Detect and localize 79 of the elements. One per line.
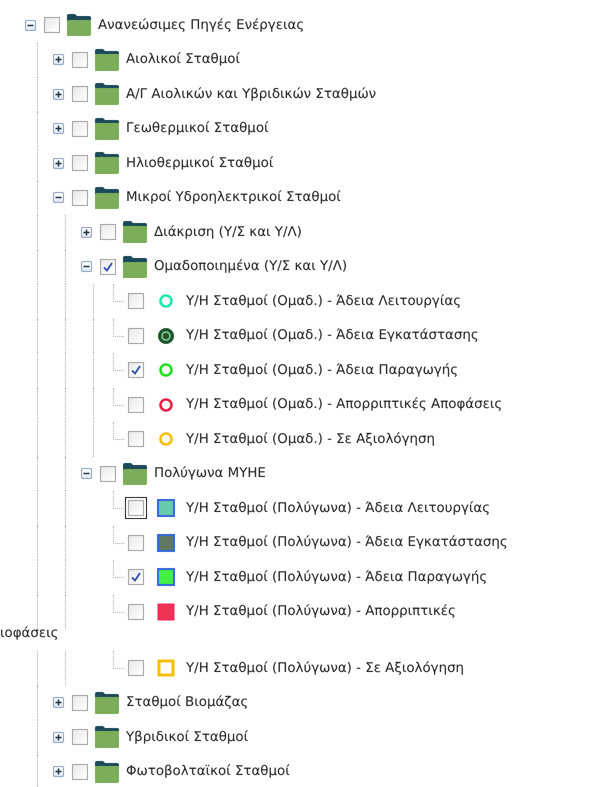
folder-icon — [94, 82, 120, 106]
tree-item-label[interactable]: Αιολικοί Σταθμοί — [126, 53, 240, 66]
checkbox[interactable] — [128, 396, 144, 413]
expand-button[interactable] — [52, 123, 64, 134]
checkbox[interactable] — [44, 17, 60, 34]
tree-item-label[interactable]: Φωτοβολταϊκοί Σταθμοί — [126, 765, 290, 778]
layer-label[interactable]: Υ/Η Σταθμοί (Ομαδ.) - Απορριπτικές Αποφάσεις — [186, 398, 502, 412]
checkbox[interactable] — [100, 224, 116, 240]
tree-item-label[interactable]: Ηλιοθερμικοί Σταθμοί — [126, 156, 274, 170]
checkbox[interactable] — [128, 293, 144, 310]
layer-label[interactable]: Υ/Η Σταθμοί (Πολύγωνα) - Άδεια Λειτουργίας — [186, 502, 490, 515]
tree-item-label[interactable]: Ομαδοποιημένα (Υ/Σ και Υ/Λ) — [154, 260, 348, 274]
plus-icon — [54, 90, 62, 99]
plus-icon — [54, 55, 62, 64]
checkbox[interactable] — [128, 660, 144, 676]
checkbox[interactable] — [72, 52, 88, 68]
collapse-button[interactable] — [24, 20, 36, 31]
checkbox[interactable] — [72, 729, 88, 746]
tree-item-label[interactable]: Α/Γ Αιολικών και Υβριδικών Σταθμών — [126, 88, 376, 101]
checkbox[interactable] — [72, 694, 88, 711]
plus-icon — [54, 698, 62, 708]
plus-icon — [54, 158, 62, 168]
folder-icon — [94, 725, 120, 750]
checkbox[interactable] — [128, 431, 144, 448]
check-icon — [130, 571, 142, 584]
expand-button[interactable] — [52, 158, 64, 169]
expand-button[interactable] — [52, 697, 64, 708]
checkbox[interactable] — [128, 604, 144, 620]
plus-icon — [82, 228, 90, 237]
checkbox[interactable] — [128, 534, 144, 551]
folder-icon — [94, 760, 120, 784]
checkbox[interactable] — [128, 569, 144, 586]
layer-label[interactable]: Υ/Η Σταθμοί (Πολύγωνα) - Σε Αξιολόγηση — [186, 662, 464, 675]
layer-label[interactable]: Υ/Η Σταθμοί (Ομαδ.) - Άδεια Εγκατάστασης — [186, 329, 479, 342]
checkbox[interactable] — [72, 764, 88, 780]
plus-icon — [54, 732, 62, 742]
folder-icon — [94, 116, 120, 141]
tree-item-label[interactable]: Διάκριση (Υ/Σ και Υ/Λ) — [154, 226, 302, 239]
folder-icon — [122, 220, 148, 244]
collapse-button[interactable] — [52, 192, 64, 204]
tree-item-label[interactable]: Μικροί Υδροηλεκτρικοί Σταθμοί — [126, 191, 341, 204]
checkbox[interactable] — [72, 120, 88, 137]
layer-label: ιοφάσεις — [0, 627, 58, 641]
plus-icon — [54, 124, 62, 134]
expand-button[interactable] — [52, 766, 64, 778]
tree-item-label[interactable]: Πολύγωνα ΜΥΗΕ — [154, 467, 266, 480]
layer-label[interactable]: Υ/Η Σταθμοί (Πολύγωνα) - Άδεια Παραγωγής — [186, 570, 488, 584]
check-icon — [102, 260, 114, 273]
tree-item-label[interactable]: Γεωθερμικοί Σταθμοί — [126, 122, 269, 136]
layer-label[interactable]: Υ/Η Σταθμοί (Ομαδ.) - Άδεια Παραγωγής — [186, 364, 458, 377]
checkbox[interactable] — [100, 258, 116, 275]
plus-icon — [54, 767, 62, 776]
collapse-button[interactable] — [80, 261, 92, 272]
checkbox[interactable] — [128, 362, 144, 378]
layer-label[interactable]: Υ/Η Σταθμοί (Πολύγωνα) - Απορριπτικές — [186, 605, 456, 618]
checkbox[interactable] — [100, 466, 116, 482]
folder-icon — [94, 151, 120, 176]
layer-label[interactable]: Υ/Η Σταθμοί (Πολύγωνα) - Άδεια Εγκατάστασης — [186, 536, 508, 550]
tree-item-label[interactable]: Υβριδικοί Σταθμοί — [126, 730, 248, 744]
checkbox[interactable] — [72, 86, 88, 102]
checkbox[interactable] — [72, 190, 88, 206]
check-icon — [130, 364, 142, 376]
expand-button[interactable] — [52, 54, 64, 66]
tree-item-label[interactable]: Σταθμοί Βιομάζας — [126, 696, 248, 710]
collapse-button[interactable] — [80, 468, 92, 480]
tree-item-label[interactable]: Ανανεώσιμες Πηγές Ενέργειας — [98, 18, 304, 32]
folder-icon — [94, 690, 120, 715]
folder-icon — [122, 254, 148, 279]
folder-icon — [66, 13, 92, 38]
folder-icon — [122, 462, 148, 486]
expand-button[interactable] — [52, 732, 64, 743]
checkbox[interactable] — [72, 155, 88, 172]
checkbox[interactable] — [128, 328, 144, 344]
folder-icon — [94, 48, 120, 72]
expand-button[interactable] — [52, 88, 64, 100]
layer-label[interactable]: Υ/Η Σταθμοί (Ομαδ.) - Σε Αξιολόγηση — [186, 432, 435, 446]
folder-icon — [94, 186, 120, 210]
layer-label[interactable]: Υ/Η Σταθμοί (Ομαδ.) - Άδεια Λειτουργίας — [186, 294, 462, 308]
expand-button[interactable] — [80, 226, 92, 238]
